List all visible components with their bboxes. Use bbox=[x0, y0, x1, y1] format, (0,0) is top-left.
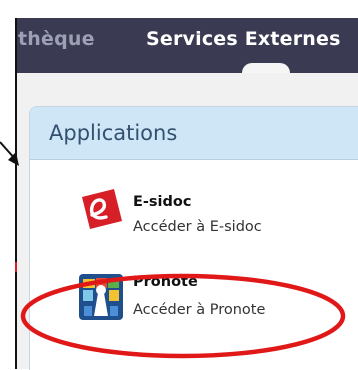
top-navigation-bar: thèque Services Externes bbox=[15, 18, 358, 73]
nav-item-services-externes[interactable]: Services Externes bbox=[146, 28, 341, 50]
active-tab-indicator bbox=[242, 63, 290, 73]
panel-title: Applications bbox=[49, 121, 178, 145]
app-link[interactable]: Accéder à Pronote bbox=[133, 302, 265, 318]
panel-header: Applications bbox=[30, 107, 358, 160]
main-content: Applications E-sidoc Accéder à E-sidoc P… bbox=[15, 73, 358, 370]
applications-panel: Applications E-sidoc Accéder à E-sidoc P… bbox=[29, 106, 358, 370]
app-item-esidoc[interactable]: E-sidoc Accéder à E-sidoc bbox=[30, 173, 358, 243]
app-name: E-sidoc bbox=[133, 194, 192, 210]
app-link[interactable]: Accéder à E-sidoc bbox=[133, 219, 262, 235]
app-name: Pronote bbox=[133, 274, 198, 290]
esidoc-logo-icon bbox=[78, 189, 122, 233]
app-item-pronote[interactable]: Pronote Accéder à Pronote bbox=[30, 259, 358, 329]
nav-item-bibliotheque[interactable]: thèque bbox=[18, 28, 95, 50]
pronote-logo-icon bbox=[78, 273, 124, 325]
